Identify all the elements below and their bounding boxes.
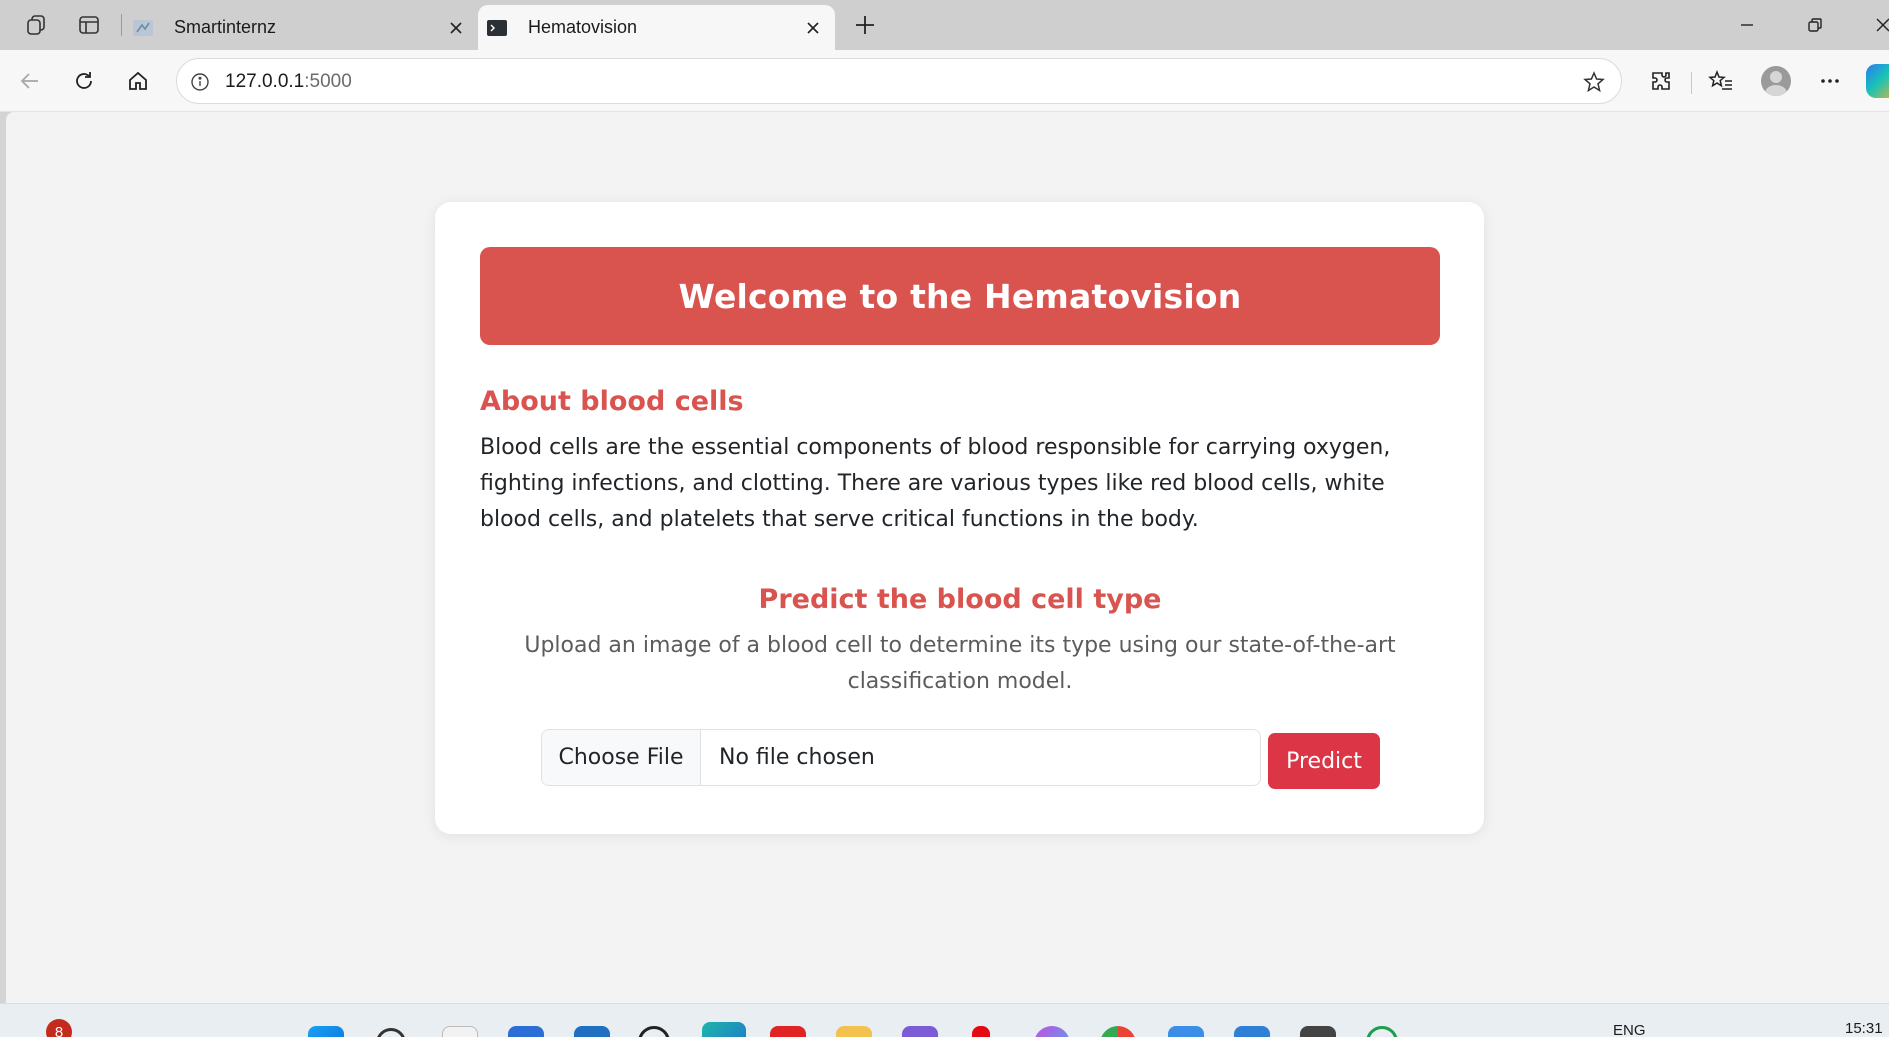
folder-icon[interactable]	[836, 1026, 872, 1037]
tab-separator	[121, 14, 122, 36]
site-info-icon[interactable]	[185, 67, 215, 97]
url-port: :5000	[304, 71, 352, 92]
store-icon[interactable]	[574, 1026, 610, 1037]
tab-hematovision[interactable]: Hematovision	[478, 5, 835, 50]
whatsapp-icon[interactable]	[1366, 1026, 1398, 1037]
choose-file-button[interactable]: Choose File	[542, 730, 701, 785]
main-card: Welcome to the Hematovision About blood …	[435, 202, 1484, 834]
workspaces-icon[interactable]	[19, 9, 53, 41]
tab-title: Smartinternz	[174, 17, 277, 37]
youtube-icon[interactable]	[770, 1026, 806, 1037]
avatar	[1761, 66, 1791, 96]
vscode-icon[interactable]	[1234, 1026, 1270, 1037]
refresh-icon	[76, 72, 92, 89]
puzzle-icon	[1652, 72, 1670, 90]
predict-button[interactable]: Predict	[1268, 733, 1380, 789]
browser-toolbar: 127.0.0.1:5000	[0, 50, 1889, 112]
file-status-text: No file chosen	[719, 745, 875, 770]
notification-badge[interactable]: 8	[46, 1019, 72, 1037]
minimize-button[interactable]	[1729, 8, 1765, 42]
favorite-star-icon[interactable]	[1579, 67, 1609, 97]
plus-icon	[856, 16, 874, 34]
copilot-icon[interactable]	[1866, 64, 1889, 98]
smartinternz-favicon	[133, 19, 153, 36]
minimize-icon	[1741, 24, 1753, 26]
terminal-icon[interactable]	[1300, 1026, 1336, 1037]
toolbar-separator	[1691, 72, 1692, 94]
copilot-round-icon[interactable]	[1034, 1026, 1070, 1037]
start-icon[interactable]	[308, 1026, 344, 1037]
calendar-icon[interactable]	[1168, 1026, 1204, 1037]
tab-smartinternz[interactable]: Smartinternz	[124, 5, 478, 50]
profile-button[interactable]	[1758, 63, 1794, 99]
clock-time[interactable]: 15:31	[1845, 1020, 1883, 1037]
windows-taskbar: 8 ENG 15:31	[0, 1003, 1889, 1037]
app-icon[interactable]	[902, 1026, 938, 1037]
predict-description: Upload an image of a blood cell to deter…	[524, 633, 1396, 694]
page-viewport: Welcome to the Hematovision About blood …	[6, 112, 1889, 1003]
favorites-list-icon	[1708, 69, 1732, 90]
arrow-left-icon	[20, 73, 38, 89]
netflix-icon[interactable]	[972, 1026, 990, 1037]
language-indicator[interactable]: ENG	[1613, 1022, 1646, 1037]
home-icon	[129, 71, 147, 90]
url-text[interactable]: 127.0.0.1:5000	[225, 71, 352, 93]
welcome-banner: Welcome to the Hematovision	[480, 247, 1440, 345]
about-heading: About blood cells	[480, 386, 744, 417]
terminal-favicon	[487, 19, 507, 36]
predict-heading: Predict the blood cell type	[758, 584, 1162, 615]
back-button[interactable]	[12, 63, 48, 99]
close-icon	[1876, 18, 1889, 32]
page-title: Welcome to the Hematovision	[678, 276, 1242, 316]
home-button[interactable]	[120, 63, 156, 99]
file-upload-input[interactable]: Choose File No file chosen	[541, 729, 1261, 786]
tab-title: Hematovision	[528, 17, 638, 37]
chrome-icon[interactable]	[1100, 1026, 1136, 1037]
close-window-button[interactable]	[1865, 8, 1889, 42]
address-bar[interactable]: 127.0.0.1:5000	[176, 58, 1622, 104]
browser-tab-strip: Smartinternz Hematovision	[0, 0, 1889, 50]
search-icon[interactable]	[376, 1028, 406, 1037]
close-tab-icon[interactable]	[444, 16, 468, 40]
github-icon[interactable]	[638, 1026, 670, 1037]
url-host: 127.0.0.1	[225, 71, 305, 92]
copilot-app-icon[interactable]	[508, 1026, 544, 1037]
favorites-button[interactable]	[1703, 63, 1739, 99]
more-options-icon	[1821, 79, 1839, 83]
vertical-tabs-icon[interactable]	[72, 9, 106, 41]
edge-icon[interactable]	[702, 1022, 746, 1037]
close-tab-icon[interactable]	[801, 16, 825, 40]
about-paragraph: Blood cells are the essential components…	[480, 435, 1391, 532]
refresh-button[interactable]	[66, 63, 102, 99]
extensions-button[interactable]	[1643, 63, 1679, 99]
settings-menu-button[interactable]	[1812, 63, 1848, 99]
restore-button[interactable]	[1797, 8, 1833, 42]
new-tab-button[interactable]	[848, 8, 882, 42]
restore-icon	[1808, 18, 1822, 32]
file-icon[interactable]	[442, 1026, 478, 1037]
